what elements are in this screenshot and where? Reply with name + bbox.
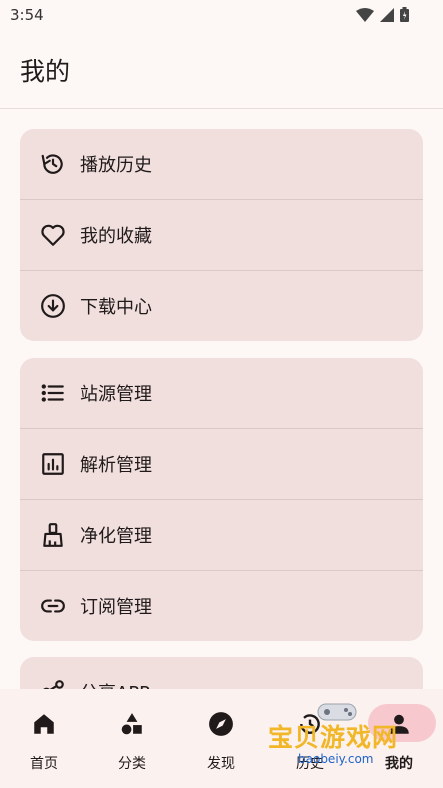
- link-icon: [41, 599, 65, 613]
- history-icon: [41, 154, 63, 174]
- broom-icon: [43, 523, 63, 547]
- card-other: 分享APP: [20, 657, 423, 689]
- list-icon: [41, 384, 64, 402]
- menu-item-label: 下载中心: [80, 297, 152, 318]
- menu-item-share[interactable]: 分享APP: [20, 657, 423, 689]
- page-title: 我的: [20, 57, 71, 86]
- nav-label: 发现: [207, 756, 235, 772]
- status-bar: 3:54: [0, 0, 443, 30]
- app-bar: 我的: [0, 30, 443, 109]
- menu-item-label: 我的收藏: [80, 226, 152, 247]
- watermark-logo: 宝贝游戏网 baobeiy.com: [268, 700, 418, 780]
- menu-item-sources[interactable]: 站源管理: [20, 358, 423, 428]
- card-media: 播放历史 我的收藏 下载中心: [20, 129, 423, 341]
- battery-icon: [400, 7, 409, 22]
- menu-item-history[interactable]: 播放历史: [20, 129, 423, 199]
- menu-item-downloads[interactable]: 下载中心: [20, 270, 423, 341]
- status-time: 3:54: [10, 6, 44, 24]
- compass-icon: [209, 712, 233, 736]
- share-icon: [43, 680, 64, 689]
- watermark-text: 宝贝游戏网: [268, 723, 399, 752]
- menu-item-label: 净化管理: [80, 526, 152, 547]
- menu-item-parsers[interactable]: 解析管理: [20, 428, 423, 499]
- category-icon: [121, 713, 142, 735]
- nav-item-discover[interactable]: 发现: [177, 689, 265, 788]
- watermark-subtext: baobeiy.com: [298, 752, 374, 766]
- nav-label: 首页: [30, 756, 58, 772]
- menu-item-favorites[interactable]: 我的收藏: [20, 199, 423, 270]
- menu-item-label: 订阅管理: [80, 597, 152, 618]
- status-icons: [356, 7, 409, 22]
- menu-item-label: 解析管理: [80, 455, 152, 476]
- menu-item-purify[interactable]: 净化管理: [20, 499, 423, 570]
- menu-item-subscriptions[interactable]: 订阅管理: [20, 570, 423, 641]
- card-management: 站源管理 解析管理 净化管理 订阅管理: [20, 358, 423, 641]
- signal-icon: [380, 7, 394, 22]
- nav-item-category[interactable]: 分类: [88, 689, 176, 788]
- menu-item-label: 分享APP: [80, 679, 150, 689]
- analytics-icon: [42, 453, 64, 475]
- home-icon: [34, 714, 54, 734]
- wifi-icon: [356, 7, 374, 22]
- menu-item-label: 站源管理: [80, 384, 152, 405]
- nav-item-home[interactable]: 首页: [0, 689, 88, 788]
- download-icon: [41, 294, 65, 318]
- heart-icon: [41, 224, 65, 246]
- settings-list[interactable]: 播放历史 我的收藏 下载中心 站源管理 解析管理 净化管理 订阅管理: [0, 109, 443, 689]
- nav-label: 分类: [118, 756, 146, 772]
- menu-item-label: 播放历史: [80, 155, 152, 176]
